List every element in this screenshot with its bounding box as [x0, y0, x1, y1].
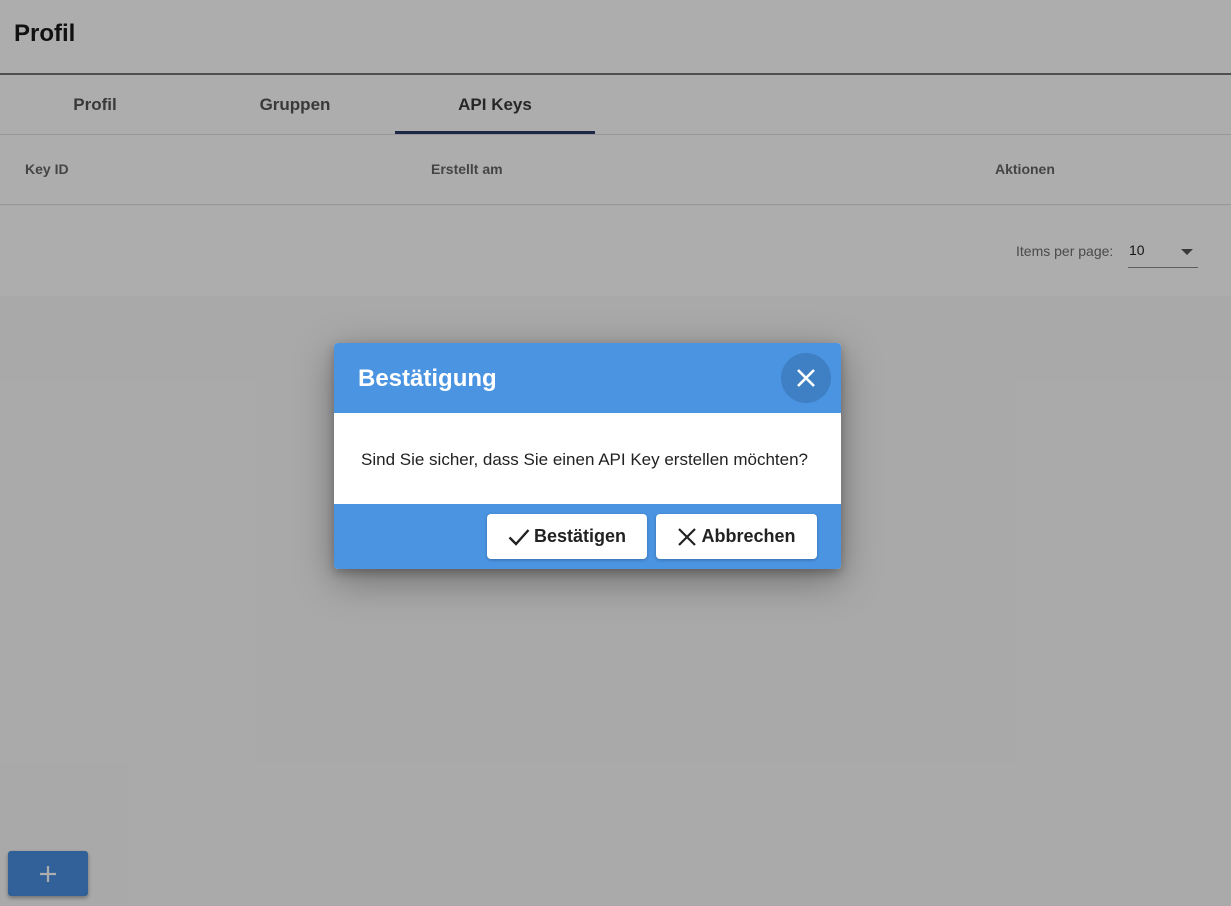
confirmation-dialog: Bestätigung Sind Sie sicher, dass Sie ei…	[334, 343, 841, 569]
cancel-button-label: Abbrechen	[701, 526, 796, 546]
dialog-body: Sind Sie sicher, dass Sie einen API Key …	[334, 413, 841, 504]
app-root: Profil Profil Gruppen API Keys Key ID Er…	[0, 0, 1231, 906]
dialog-header: Bestätigung	[334, 343, 841, 413]
dialog-close-button[interactable]	[781, 353, 831, 403]
dialog-title: Bestätigung	[358, 365, 497, 392]
check-icon	[508, 528, 530, 546]
confirm-button-label: Bestätigen	[533, 526, 627, 546]
cancel-button[interactable]: Abbrechen	[656, 514, 817, 559]
confirm-button[interactable]: Bestätigen	[487, 514, 647, 559]
close-icon	[797, 369, 815, 387]
dialog-message: Sind Sie sicher, dass Sie einen API Key …	[361, 450, 808, 469]
close-icon	[678, 527, 697, 546]
dialog-actions: Bestätigen Abbrechen	[334, 504, 841, 569]
